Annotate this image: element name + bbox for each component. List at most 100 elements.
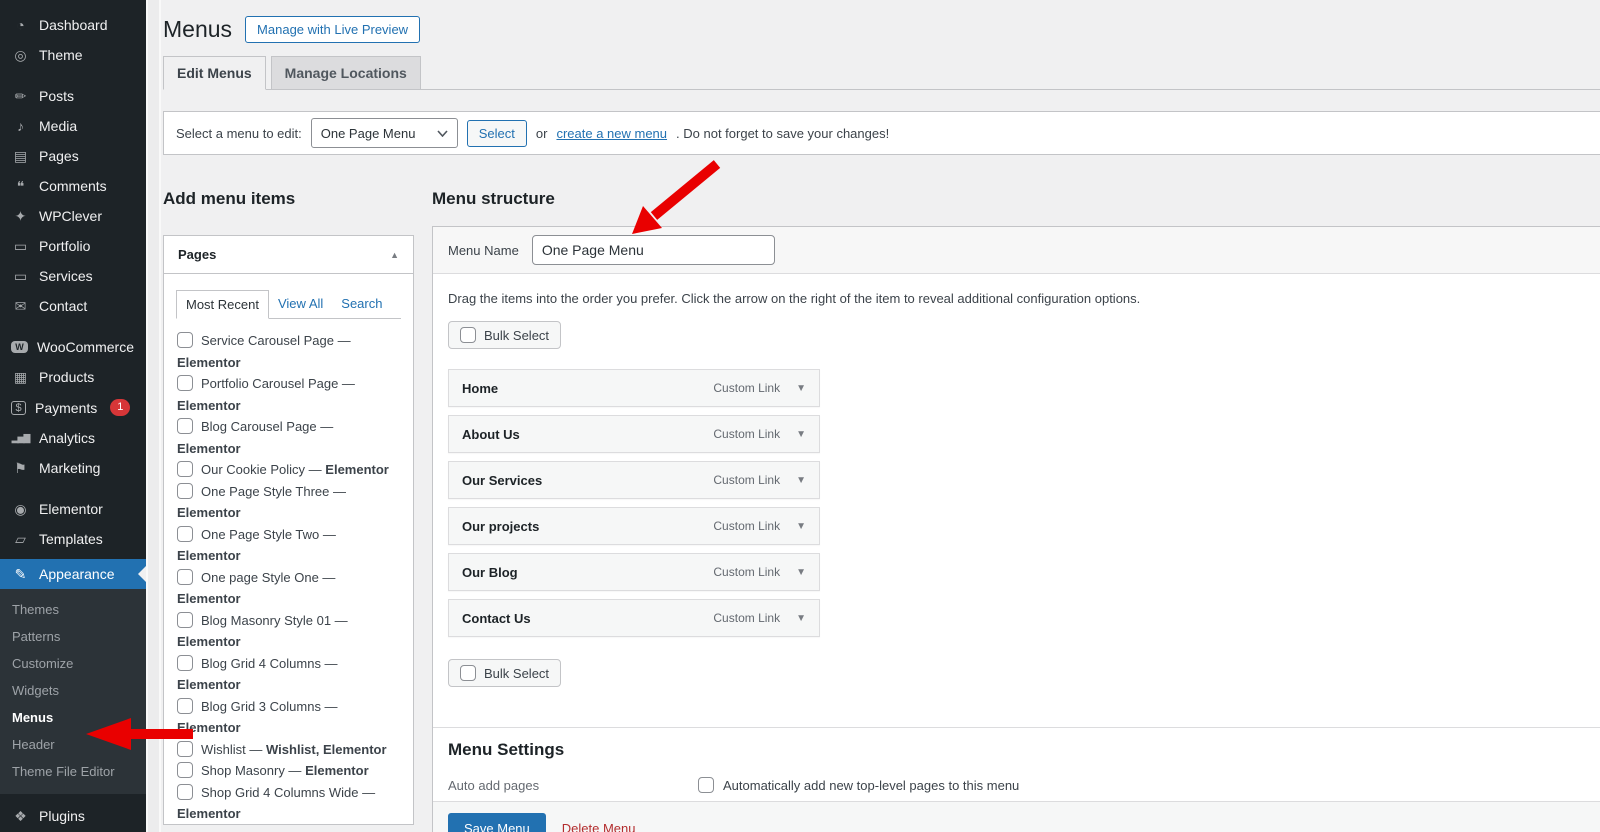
bulk-select-top[interactable]: Bulk Select [448,321,561,349]
expand-item-icon[interactable]: ▼ [796,613,806,624]
menu-item-type: Custom Link [713,381,780,395]
menu-name-input[interactable] [532,235,775,265]
page-item-text: Blog Carousel Page — [201,419,333,434]
checkbox[interactable] [177,418,193,434]
sidebar-item-products[interactable]: ▦ Products [0,362,146,392]
select-button[interactable]: Select [467,120,527,147]
sidebar-item-wpclever[interactable]: ✦ WPClever [0,201,146,231]
expand-item-icon[interactable]: ▼ [796,475,806,486]
sidebar-item-portfolio[interactable]: ▭ Portfolio [0,231,146,261]
page-item-text: Portfolio Carousel Page — [201,376,355,391]
tab-manage-locations[interactable]: Manage Locations [271,56,421,90]
tab-search[interactable]: Search [332,290,391,319]
sidebar-subitem-customize[interactable]: Customize [0,650,146,677]
expand-item-icon[interactable]: ▼ [796,383,806,394]
checkbox[interactable] [177,762,193,778]
services-icon: ▭ [11,268,30,284]
expand-item-icon[interactable]: ▼ [796,521,806,532]
plugins-icon: ❖ [11,808,30,824]
menu-item-label: Our projects [462,519,539,534]
sidebar-item-payments[interactable]: $ Payments 1 [0,392,146,423]
wpclever-icon: ✦ [11,208,30,224]
menu-item-label: Our Blog [462,565,518,580]
menu-item-row-contact-us[interactable]: Contact Us Custom Link▼ [448,599,820,637]
manage-with-live-preview-button[interactable]: Manage with Live Preview [245,16,420,43]
add-menu-items-column: Add menu items Pages ▲ Most Recent View … [163,189,414,825]
menu-item-type: Custom Link [713,611,780,625]
media-icon: ♪ [11,118,30,134]
checkbox[interactable] [177,375,193,391]
tab-view-all[interactable]: View All [269,290,332,319]
sidebar-item-contact[interactable]: ✉ Contact [0,291,146,321]
checkbox[interactable] [177,483,193,499]
menu-item-row-about-us[interactable]: About Us Custom Link▼ [448,415,820,453]
sidebar-item-services[interactable]: ▭ Services [0,261,146,291]
menu-item-label: Our Services [462,473,542,488]
checkbox[interactable] [177,461,193,477]
checkbox[interactable] [460,327,476,343]
auto-add-pages-checkbox[interactable] [698,777,714,793]
tab-edit-menus[interactable]: Edit Menus [163,56,266,90]
page-header: Menus Manage with Live Preview [163,14,1600,44]
checkbox[interactable] [177,784,193,800]
sidebar-item-elementor[interactable]: ◉ Elementor [0,494,146,524]
sidebar-item-posts[interactable]: ✏ Posts [0,81,146,111]
sidebar-scrollbar[interactable] [146,0,161,832]
menu-actions-footer: Save Menu Delete Menu [433,801,1600,832]
pages-accordion-header[interactable]: Pages ▲ [164,236,413,274]
accordion-collapse-icon[interactable]: ▲ [390,250,399,260]
sidebar-item-analytics[interactable]: ▂▅▇ Analytics [0,423,146,453]
menu-select-dropdown[interactable]: One Page Menu [311,118,458,148]
sidebar-subitem-menus[interactable]: Menus [0,704,146,731]
page-item-suffix: Elementor [177,505,241,520]
payments-icon: $ [11,401,26,415]
sidebar-subitem-widgets[interactable]: Widgets [0,677,146,704]
menu-name-row: Menu Name [433,227,1600,274]
checkbox[interactable] [177,526,193,542]
sidebar-item-pages[interactable]: ▤ Pages [0,141,146,171]
save-menu-button[interactable]: Save Menu [448,813,546,832]
sidebar-item-dashboard[interactable]: ◔ Dashboard [0,10,146,40]
sidebar-item-label: Theme [39,47,83,63]
nav-tabs: Edit Menus Manage Locations [163,56,1600,90]
sidebar-item-appearance[interactable]: ✎ Appearance [0,559,146,589]
sidebar-item-comments[interactable]: ❝ Comments [0,171,146,201]
menu-item-row-our-blog[interactable]: Our Blog Custom Link▼ [448,553,820,591]
sidebar-subitem-theme-file-editor[interactable]: Theme File Editor [0,758,146,785]
expand-item-icon[interactable]: ▼ [796,429,806,440]
sidebar-item-label: Contact [39,298,87,314]
sidebar-item-label: Analytics [39,430,95,446]
page-item-text: Wishlist — [201,742,262,757]
checkbox[interactable] [177,569,193,585]
sidebar-item-marketing[interactable]: ⚑ Marketing [0,453,146,483]
page-item-suffix: Elementor [177,548,241,563]
sidebar-item-theme[interactable]: ◎ Theme [0,40,146,70]
checkbox[interactable] [460,665,476,681]
page-item-text: One page Style One — [201,570,335,585]
checkbox[interactable] [177,698,193,714]
menu-item-row-our-projects[interactable]: Our projects Custom Link▼ [448,507,820,545]
page-item-suffix: Elementor [177,398,241,413]
sidebar-item-woocommerce[interactable]: W WooCommerce [0,332,146,362]
create-new-menu-link[interactable]: create a new menu [556,126,667,141]
checkbox[interactable] [177,332,193,348]
list-item: Shop Masonry — Elementor [177,760,400,782]
sidebar-subitem-themes[interactable]: Themes [0,596,146,623]
menu-items-list: Home Custom Link▼ About Us Custom Link▼ … [448,369,820,637]
pages-checkbox-list: Service Carousel Page — Elementor Portfo… [164,319,413,825]
delete-menu-link[interactable]: Delete Menu [562,821,636,832]
checkbox[interactable] [177,612,193,628]
sidebar-subitem-patterns[interactable]: Patterns [0,623,146,650]
tab-most-recent[interactable]: Most Recent [176,290,269,319]
sidebar-item-media[interactable]: ♪ Media [0,111,146,141]
menu-item-row-home[interactable]: Home Custom Link▼ [448,369,820,407]
bulk-select-bottom[interactable]: Bulk Select [448,659,561,687]
checkbox[interactable] [177,741,193,757]
expand-item-icon[interactable]: ▼ [796,567,806,578]
list-item: One Page Style Three — Elementor [177,481,400,524]
menu-item-row-our-services[interactable]: Our Services Custom Link▼ [448,461,820,499]
sidebar-subitem-header[interactable]: Header [0,731,146,758]
sidebar-item-plugins[interactable]: ❖ Plugins [0,801,146,831]
checkbox[interactable] [177,655,193,671]
sidebar-item-templates[interactable]: ▱ Templates [0,524,146,554]
